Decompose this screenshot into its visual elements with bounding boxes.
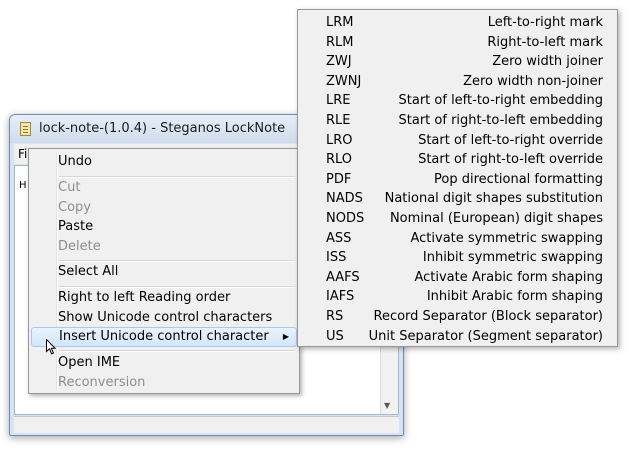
control-description: Inhibit Arabic form shaping (426, 289, 603, 305)
mouse-pointer-icon (46, 339, 56, 355)
control-description: Activate Arabic form shaping (414, 269, 603, 285)
editor-text: H (19, 180, 27, 191)
notepad-icon (20, 122, 31, 136)
menu-separator (59, 350, 295, 352)
control-description: Activate symmetric swapping (410, 230, 603, 246)
control-code: RLO (326, 152, 353, 168)
menu-item-label: Open IME (58, 355, 121, 370)
submenu-item-aafs[interactable]: AAFS Activate Arabic form shaping (300, 268, 615, 288)
control-description: Start of right-to-left override (418, 152, 603, 168)
submenu-item-nads[interactable]: NADS National digit shapes substitution (300, 189, 615, 209)
control-code: ASS (326, 230, 352, 246)
submenu-item-zwnj[interactable]: ZWNJ Zero width non-joiner (300, 72, 615, 92)
control-description: Inhibit symmetric swapping (422, 250, 603, 266)
submenu-item-lre[interactable]: LRE Start of left-to-right embedding (300, 91, 615, 111)
control-description: Nominal (European) digit shapes (389, 211, 603, 226)
menu-item-paste[interactable]: Paste (31, 217, 297, 237)
control-code: NADS (326, 191, 363, 207)
menu-item-reconversion[interactable]: Reconversion (31, 373, 297, 393)
control-code: AAFS (326, 269, 360, 285)
control-code: ISS (326, 250, 347, 266)
menu-item-label: Copy (58, 199, 91, 215)
control-description: National digit shapes substitution (384, 191, 603, 207)
control-code: LRE (326, 93, 351, 109)
menu-item-label: Right to left Reading order (58, 290, 231, 305)
control-description: Right-to-left mark (487, 34, 603, 50)
control-code: IAFS (326, 289, 355, 305)
menu-item-label: Insert Unicode control character (59, 329, 269, 344)
submenu-item-iss[interactable]: ISS Inhibit symmetric swapping (300, 248, 615, 268)
submenu-item-rle[interactable]: RLE Start of right-to-left embedding (300, 111, 615, 131)
menu-item-delete[interactable]: Delete (31, 237, 297, 257)
submenu-item-us[interactable]: US Unit Separator (Segment separator) (300, 327, 615, 347)
submenu-item-rs[interactable]: RS Record Separator (Block separator) (300, 307, 615, 327)
submenu-item-iafs[interactable]: IAFS Inhibit Arabic form shaping (300, 287, 615, 307)
menu-item-cut[interactable]: Cut (31, 178, 297, 198)
control-code: RLE (326, 113, 351, 128)
window-title: lock-note-(1.0.4) - Steganos LockNote (39, 121, 286, 136)
control-description: Left-to-right mark (487, 15, 603, 30)
submenu-item-lrm[interactable]: LRM Left-to-right mark (300, 13, 615, 33)
menu-item-label: Paste (58, 219, 94, 234)
control-description: Record Separator (Block separator) (373, 309, 604, 324)
menu-item-label: Delete (58, 238, 101, 254)
control-code: LRM (326, 15, 354, 30)
control-code: RS (326, 309, 344, 324)
control-code: LRO (326, 132, 353, 148)
control-code: ZWNJ (326, 73, 362, 89)
control-description: Unit Separator (Segment separator) (368, 328, 603, 344)
control-description: Pop directional formatting (434, 171, 603, 187)
submenu-item-rlo[interactable]: RLO Start of right-to-left override (300, 150, 615, 170)
control-code: US (326, 328, 344, 344)
menu-item-label: Reconversion (58, 374, 146, 390)
submenu-item-lro[interactable]: LRO Start of left-to-right override (300, 131, 615, 151)
control-code: ZWJ (326, 54, 352, 70)
unicode-submenu: LRM Left-to-right mark RLM Right-to-left m… (297, 9, 618, 347)
control-description: Start of left-to-right embedding (398, 93, 603, 109)
triangle-down-icon[interactable]: ▼ (384, 401, 390, 410)
submenu-item-ass[interactable]: ASS Activate symmetric swapping (300, 229, 615, 249)
menu-item-label: Cut (58, 180, 81, 195)
control-description: Start of left-to-right override (418, 132, 603, 148)
menu-item-open-ime[interactable]: Open IME (31, 353, 297, 373)
menu-item-select-all[interactable]: Select All (31, 262, 297, 282)
control-code: NODS (326, 211, 365, 226)
triangle-right-icon: ▶ (282, 332, 289, 341)
submenu-item-zwj[interactable]: ZWJ Zero width joiner (300, 52, 615, 72)
menu-item-right-to-left[interactable]: Right to left Reading order (31, 288, 297, 308)
submenu-item-nods[interactable]: NODS Nominal (European) digit shapes (300, 209, 615, 229)
control-code: RLM (326, 34, 354, 50)
menu-item-insert-unicode[interactable]: Insert Unicode control character ▶ (31, 327, 297, 347)
control-description: Zero width joiner (492, 54, 603, 70)
control-description: Zero width non-joiner (463, 73, 603, 89)
status-bar (14, 416, 399, 433)
submenu-item-pdf[interactable]: PDF Pop directional formatting (300, 170, 615, 190)
control-code: PDF (326, 171, 352, 187)
menu-item-label: Undo (58, 154, 92, 169)
menu-item-label: Show Unicode control characters (58, 309, 273, 325)
submenu-item-rlm[interactable]: RLM Right-to-left mark (300, 33, 615, 53)
context-menu: Undo Cut Copy Paste Delete Select All Ri… (28, 148, 300, 394)
menu-item-show-unicode[interactable]: Show Unicode control characters (31, 308, 297, 328)
control-description: Start of right-to-left embedding (398, 113, 603, 128)
menu-item-copy[interactable]: Copy (31, 198, 297, 218)
menu-item-undo[interactable]: Undo (31, 152, 297, 172)
menu-item-label: Select All (58, 264, 119, 279)
